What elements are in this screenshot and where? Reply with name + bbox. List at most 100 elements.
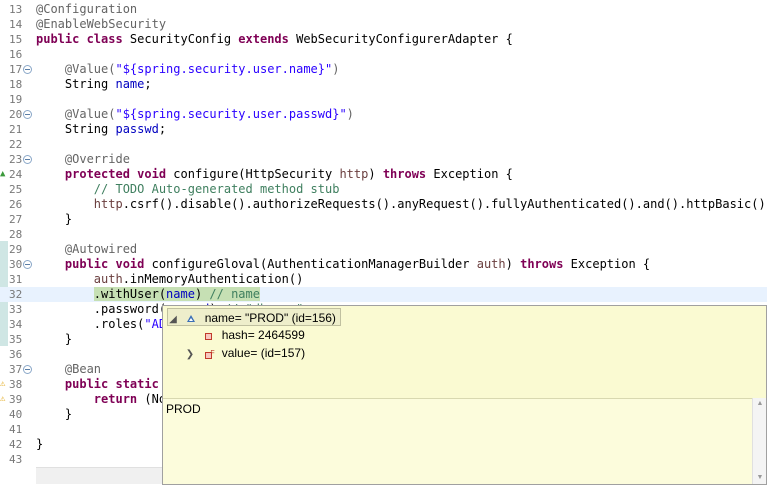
fold-toggle-icon[interactable] — [23, 65, 32, 74]
code-token: ) — [368, 167, 383, 181]
line-number: 15 — [9, 33, 23, 46]
code-line[interactable]: 23 @Override — [0, 152, 767, 167]
tree-node-label: name= "PROD" (id=156) — [204, 311, 336, 325]
code-line[interactable]: 29 @Autowired — [0, 242, 767, 257]
fold-toggle-icon[interactable] — [23, 260, 32, 269]
code-line[interactable]: 21 String passwd; — [0, 122, 767, 137]
code-text: } — [36, 407, 72, 422]
code-token: http — [93, 197, 123, 211]
code-token: @Bean — [64, 362, 102, 376]
line-number: 16 — [9, 48, 23, 61]
line-number: 32 — [9, 288, 23, 301]
vertical-scrollbar[interactable]: ▲ ▼ — [752, 398, 766, 484]
code-token: .inMemoryAuthentication() — [122, 272, 304, 286]
code-line[interactable]: 18 String name; — [0, 77, 767, 92]
code-text: http.csrf().disable().authorizeRequests(… — [36, 197, 767, 212]
code-line[interactable]: 22 — [0, 137, 767, 152]
code-line[interactable]: 15 public class SecurityConfig extends We… — [0, 32, 767, 47]
code-token: String — [36, 122, 116, 136]
code-text: public class SecurityConfig extends WebS… — [36, 32, 513, 47]
line-number: 24 — [9, 168, 23, 181]
code-line[interactable]: 26 http.csrf().disable().authorizeReques… — [0, 197, 767, 212]
code-text: } — [36, 212, 72, 227]
code-line[interactable]: 24 ▲ protected void configure(HttpSecurit… — [0, 167, 767, 182]
code-text: public void configureGloval(Authenticati… — [36, 257, 650, 272]
code-token: Exception { — [426, 167, 513, 181]
line-number: 34 — [9, 318, 23, 331]
tree-node-name[interactable]: ◢ name= "PROD" (id=156) — [167, 308, 341, 326]
line-number: 36 — [9, 348, 23, 361]
line-number: 19 — [9, 93, 23, 106]
code-token: @Value( — [64, 107, 116, 121]
code-text: @Configuration — [36, 2, 137, 17]
code-token: } — [36, 212, 73, 226]
code-token: } — [36, 437, 44, 451]
code-text: String passwd; — [36, 122, 166, 137]
line-number: 27 — [9, 213, 23, 226]
code-token: configure(HttpSecurity — [166, 167, 340, 181]
fold-toggle-icon[interactable] — [23, 365, 32, 374]
expand-arrow-icon[interactable]: ❯ — [185, 346, 195, 364]
code-token: } — [36, 332, 73, 346]
scroll-up-icon[interactable]: ▲ — [756, 400, 764, 408]
code-line[interactable]: 25 // TODO Auto-generated method stub — [0, 182, 767, 197]
code-token: extends — [238, 32, 289, 46]
code-line[interactable]: 17 @Value("${spring.security.user.name}"… — [0, 62, 767, 77]
tree-node-hash[interactable]: hash= 2464599 — [185, 326, 305, 344]
line-number: 21 — [9, 123, 23, 136]
code-token: // TODO Auto-generated method stub — [93, 182, 340, 196]
code-token: .withUser( — [93, 287, 167, 301]
tree-node-value[interactable]: ❯ value= (id=157) — [185, 344, 305, 364]
code-token: @EnableWebSecurity — [36, 17, 167, 31]
code-token: @Configuration — [36, 2, 138, 16]
code-line[interactable]: 14 @EnableWebSecurity — [0, 17, 767, 32]
line-number: 38 — [9, 378, 23, 391]
debug-hover-popup[interactable]: ◢ name= "PROD" (id=156) hash= 2464599 ❯ … — [162, 305, 767, 485]
code-text: } — [36, 437, 43, 452]
code-text: @Override — [36, 152, 130, 167]
code-token: return — [93, 392, 138, 406]
line-number: 13 — [9, 3, 23, 16]
code-line[interactable]: 32 .withUser(name) // name — [0, 287, 767, 302]
code-text: @Autowired — [36, 242, 137, 257]
line-number: 42 — [9, 438, 23, 451]
code-line[interactable]: 28 — [0, 227, 767, 242]
code-token: @Value( — [64, 62, 116, 76]
code-line[interactable]: 13 @Configuration — [0, 2, 767, 17]
scroll-down-icon[interactable]: ▼ — [756, 474, 764, 482]
line-number: 22 — [9, 138, 23, 151]
code-token: // name — [209, 287, 260, 301]
code-token: public void — [64, 257, 145, 271]
override-marker-icon[interactable]: ▲ — [0, 169, 8, 180]
code-line[interactable]: 30 public void configureGloval(Authentic… — [0, 257, 767, 272]
code-token: @Autowired — [64, 242, 138, 256]
line-number: 25 — [9, 183, 23, 196]
line-number: 18 — [9, 78, 23, 91]
variable-tree[interactable]: ◢ name= "PROD" (id=156) hash= 2464599 ❯ … — [163, 306, 766, 398]
warning-marker-icon[interactable]: ⚠ — [0, 379, 8, 390]
collapse-arrow-icon[interactable]: ◢ — [168, 311, 178, 329]
code-line[interactable]: 20 @Value("${spring.security.user.passwd… — [0, 107, 767, 122]
code-line[interactable]: 19 — [0, 92, 767, 107]
code-text: @Value("${spring.security.user.name}") — [36, 62, 340, 77]
fold-toggle-icon[interactable] — [23, 155, 32, 164]
code-text: } — [36, 332, 72, 347]
code-line[interactable]: 27 } — [0, 212, 767, 227]
fold-toggle-icon[interactable] — [23, 110, 32, 119]
code-token: .csrf().disable().authorizeRequests().an… — [122, 197, 767, 211]
code-token: configureGloval(AuthenticationManagerBui… — [144, 257, 477, 271]
code-token: http — [339, 167, 369, 181]
code-token: ) — [332, 62, 340, 76]
code-line[interactable]: 16 — [0, 47, 767, 62]
code-token: name — [166, 287, 195, 301]
detail-pane[interactable]: PROD — [163, 398, 752, 484]
warning-marker-icon[interactable]: ⚠ — [0, 394, 8, 405]
code-line[interactable]: 31 auth.inMemoryAuthentication() — [0, 272, 767, 287]
